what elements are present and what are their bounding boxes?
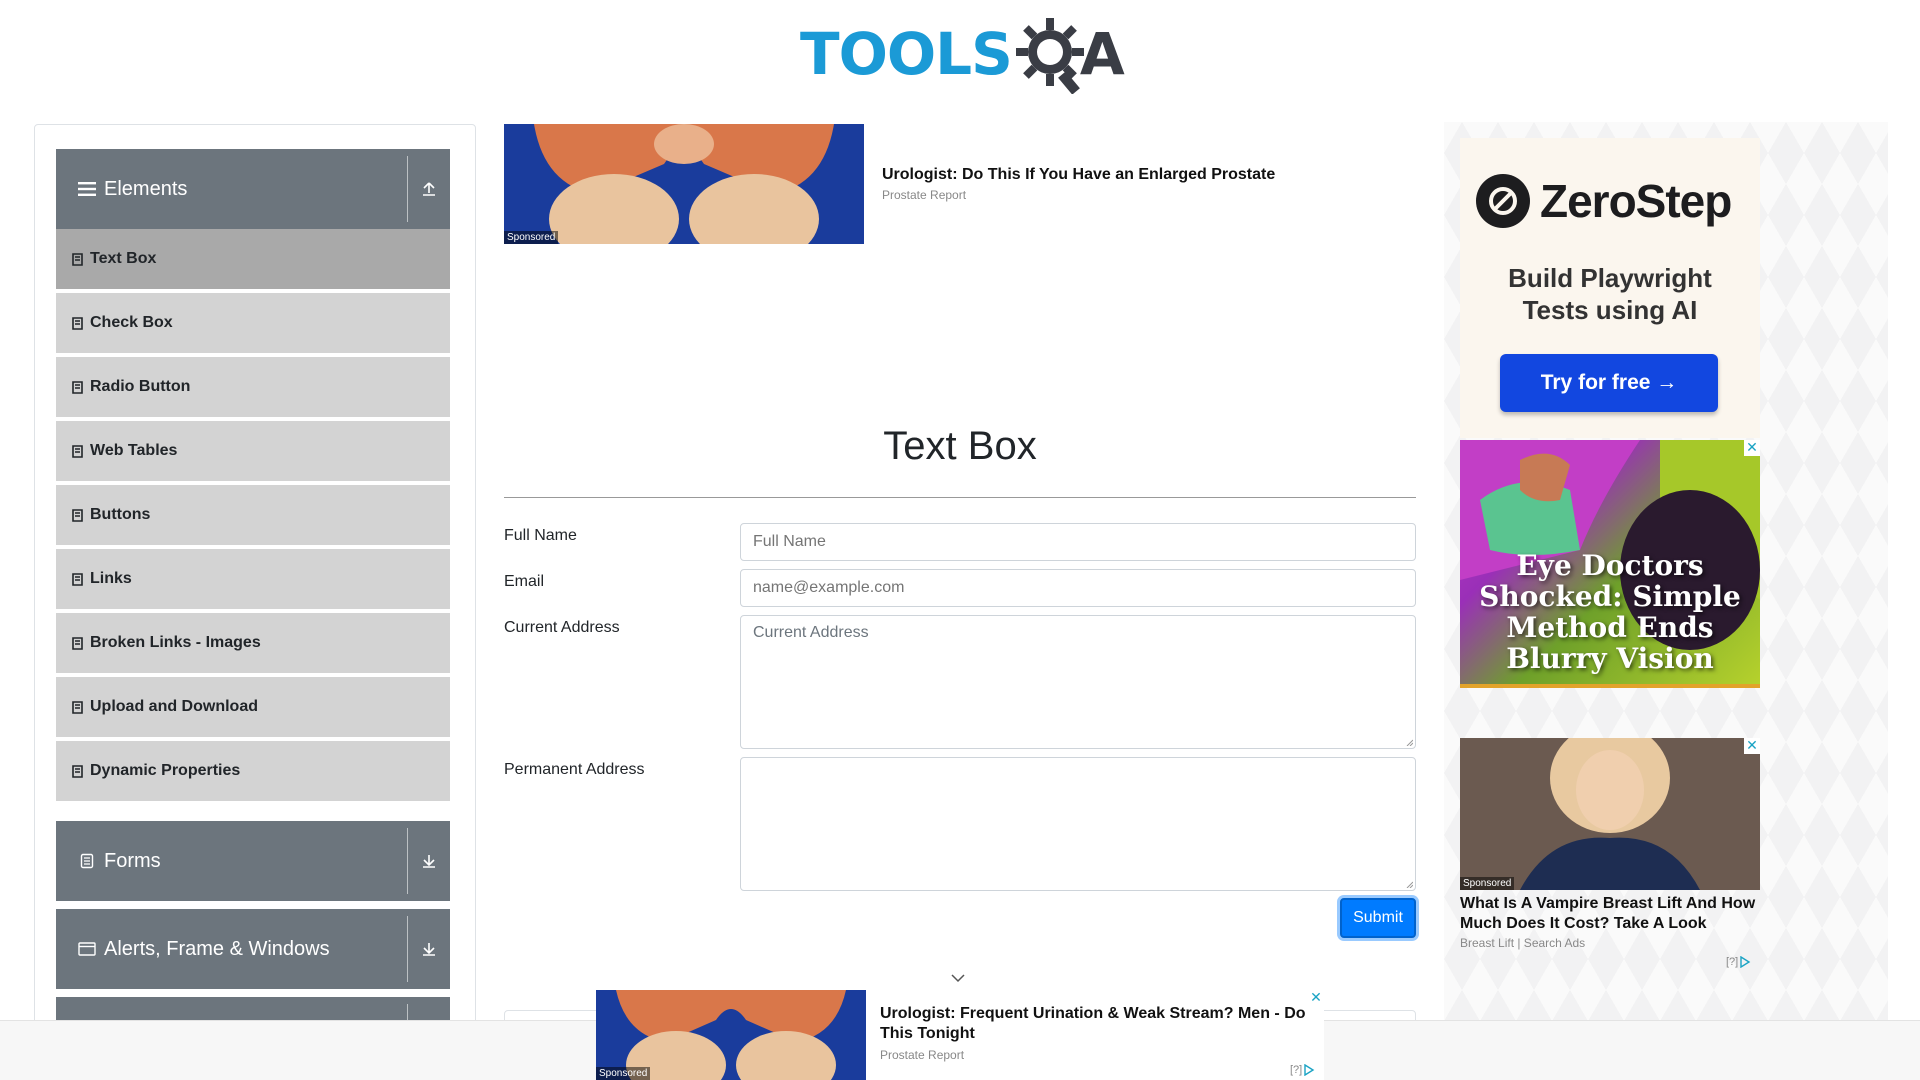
sidebar-item-label: Broken Links - Images [90, 634, 261, 651]
adchoices-icon [1740, 956, 1751, 968]
sidebar-group-forms[interactable]: Forms [56, 821, 450, 901]
bottom-sticky-ad[interactable]: Sponsored Urologist: Frequent Urination … [596, 990, 1324, 1080]
eye-ad-headline-line-1: Eye Doctors [1516, 549, 1704, 582]
file-icon [72, 380, 84, 395]
sidebar-item-upload-and-download[interactable]: Upload and Download [56, 677, 450, 739]
zerostep-logo: ZeroStep [1476, 174, 1732, 228]
adchoices-label: [?] [1290, 1064, 1303, 1076]
resize-handle-icon[interactable] [1405, 738, 1413, 746]
file-icon [72, 764, 84, 779]
bottom-ad-image[interactable]: Sponsored [596, 990, 866, 1080]
expand-down-icon[interactable] [408, 941, 450, 957]
eye-ad-headline-line-2: Shocked: Simple [1479, 580, 1741, 613]
ad-top-image[interactable]: Sponsored [504, 124, 864, 244]
zerostep-tagline-line-2: Tests using AI [1522, 295, 1698, 325]
current-address-textarea[interactable]: Current Address [740, 615, 1416, 749]
sidebar-group-label: Alerts, Frame & Windows [104, 937, 330, 960]
full-name-input[interactable] [740, 523, 1416, 561]
current-address-label: Current Address [504, 619, 620, 636]
resize-handle-icon[interactable] [1405, 880, 1413, 888]
bottom-ad-title[interactable]: Urologist: Frequent Urination & Weak Str… [880, 1004, 1310, 1044]
sidebar-item-web-tables[interactable]: Web Tables [56, 421, 450, 483]
anatomy-illustration [504, 124, 864, 244]
ad-accent-bar [1460, 684, 1760, 688]
file-icon [72, 316, 84, 331]
file-icon [72, 572, 84, 587]
left-sidebar: Elements Text Box Check Box Radio Button… [34, 124, 476, 1080]
page-root: TOOLS A Elements Text Box Check Box Radi… [0, 0, 1920, 1080]
file-icon [72, 636, 84, 651]
sponsored-label: Sponsored [596, 1067, 651, 1080]
email-label: Email [504, 573, 545, 590]
sidebar-group-elements[interactable]: Elements [56, 149, 450, 229]
form-icon [70, 853, 104, 869]
sidebar-group-label: Forms [104, 849, 161, 872]
logo-text-tools: TOOLS [800, 20, 1013, 88]
eye-doctors-ad[interactable]: Eye Doctors Shocked: Simple Method Ends … [1460, 440, 1760, 688]
toolsqa-logo[interactable]: TOOLS A [800, 14, 1125, 94]
sidebar-group-alerts-frame-windows[interactable]: Alerts, Frame & Windows [56, 909, 450, 989]
collapse-up-icon[interactable] [408, 181, 450, 197]
sidebar-item-label: Dynamic Properties [90, 762, 241, 779]
sidebar-item-label: Upload and Download [90, 698, 258, 715]
zerostep-ad[interactable]: ZeroStep Build Playwright Tests using AI… [1460, 138, 1760, 438]
adchoices-link[interactable]: [?] [1726, 956, 1752, 968]
breast-lift-ad-image[interactable]: Sponsored [1460, 738, 1760, 890]
full-name-label: Full Name [504, 527, 577, 544]
bottom-ad-source[interactable]: Prostate Report [880, 1048, 964, 1062]
eye-ad-headline: Eye Doctors Shocked: Simple Method Ends … [1460, 550, 1760, 674]
logo-text-a: A [1079, 20, 1125, 88]
close-icon[interactable]: ✕ [1744, 440, 1760, 456]
file-icon [72, 700, 84, 715]
try-for-free-button[interactable]: Try for free → [1500, 354, 1718, 412]
close-icon[interactable]: ✕ [1744, 738, 1760, 754]
file-icon [72, 252, 84, 267]
sidebar-item-radio-button[interactable]: Radio Button [56, 357, 450, 419]
adchoices-label: [?] [1726, 956, 1739, 968]
sidebar-item-text-box[interactable]: Text Box [56, 229, 450, 291]
eye-ad-headline-line-4: Blurry Vision [1506, 642, 1714, 675]
permanent-address-label: Permanent Address [504, 761, 645, 778]
chevron-down-icon[interactable] [950, 970, 966, 986]
sidebar-item-check-box[interactable]: Check Box [56, 293, 450, 355]
page-title: Text Box [883, 424, 1037, 468]
ad-top-title[interactable]: Urologist: Do This If You Have an Enlarg… [882, 166, 1275, 184]
permanent-address-textarea[interactable] [740, 757, 1416, 891]
sponsored-label: Sponsored [1460, 877, 1515, 890]
file-icon [72, 444, 84, 459]
eye-ad-headline-line-3: Method Ends [1506, 611, 1714, 644]
breast-ad-title[interactable]: What Is A Vampire Breast Lift And How Mu… [1460, 894, 1760, 934]
ad-top-source[interactable]: Prostate Report [882, 188, 966, 202]
sidebar-item-dynamic-properties[interactable]: Dynamic Properties [56, 741, 450, 803]
zerostep-tagline-line-1: Build Playwright [1508, 263, 1712, 293]
divider [504, 497, 1416, 498]
zerostep-tagline: Build Playwright Tests using AI [1460, 262, 1760, 326]
sidebar-item-label: Buttons [90, 506, 151, 523]
ad-photo [1460, 738, 1760, 890]
sidebar-item-label: Links [90, 570, 132, 587]
zerostep-brand: ZeroStep [1540, 175, 1732, 227]
expand-down-icon[interactable] [408, 853, 450, 869]
sidebar-item-broken-links-images[interactable]: Broken Links - Images [56, 613, 450, 675]
sidebar-group-label: Elements [104, 177, 188, 200]
sidebar-item-label: Check Box [90, 314, 173, 331]
current-address-placeholder: Current Address [753, 624, 869, 641]
file-icon [72, 508, 84, 523]
sponsored-label: Sponsored [504, 231, 559, 244]
hamburger-icon [70, 181, 104, 197]
submit-button[interactable]: Submit [1340, 898, 1416, 938]
sidebar-item-buttons[interactable]: Buttons [56, 485, 450, 547]
breast-ad-source[interactable]: Breast Lift | Search Ads [1460, 936, 1585, 950]
zerostep-mark-icon [1476, 174, 1530, 228]
adchoices-link[interactable]: [?] [1290, 1064, 1316, 1076]
email-input[interactable] [740, 569, 1416, 607]
sidebar-item-links[interactable]: Links [56, 549, 450, 611]
sidebar-item-label: Web Tables [90, 442, 178, 459]
window-icon [70, 941, 104, 957]
close-icon[interactable]: ✕ [1308, 990, 1324, 1006]
sidebar-item-label: Text Box [90, 250, 157, 267]
sidebar-item-label: Radio Button [90, 378, 191, 395]
adchoices-icon [1304, 1064, 1315, 1076]
